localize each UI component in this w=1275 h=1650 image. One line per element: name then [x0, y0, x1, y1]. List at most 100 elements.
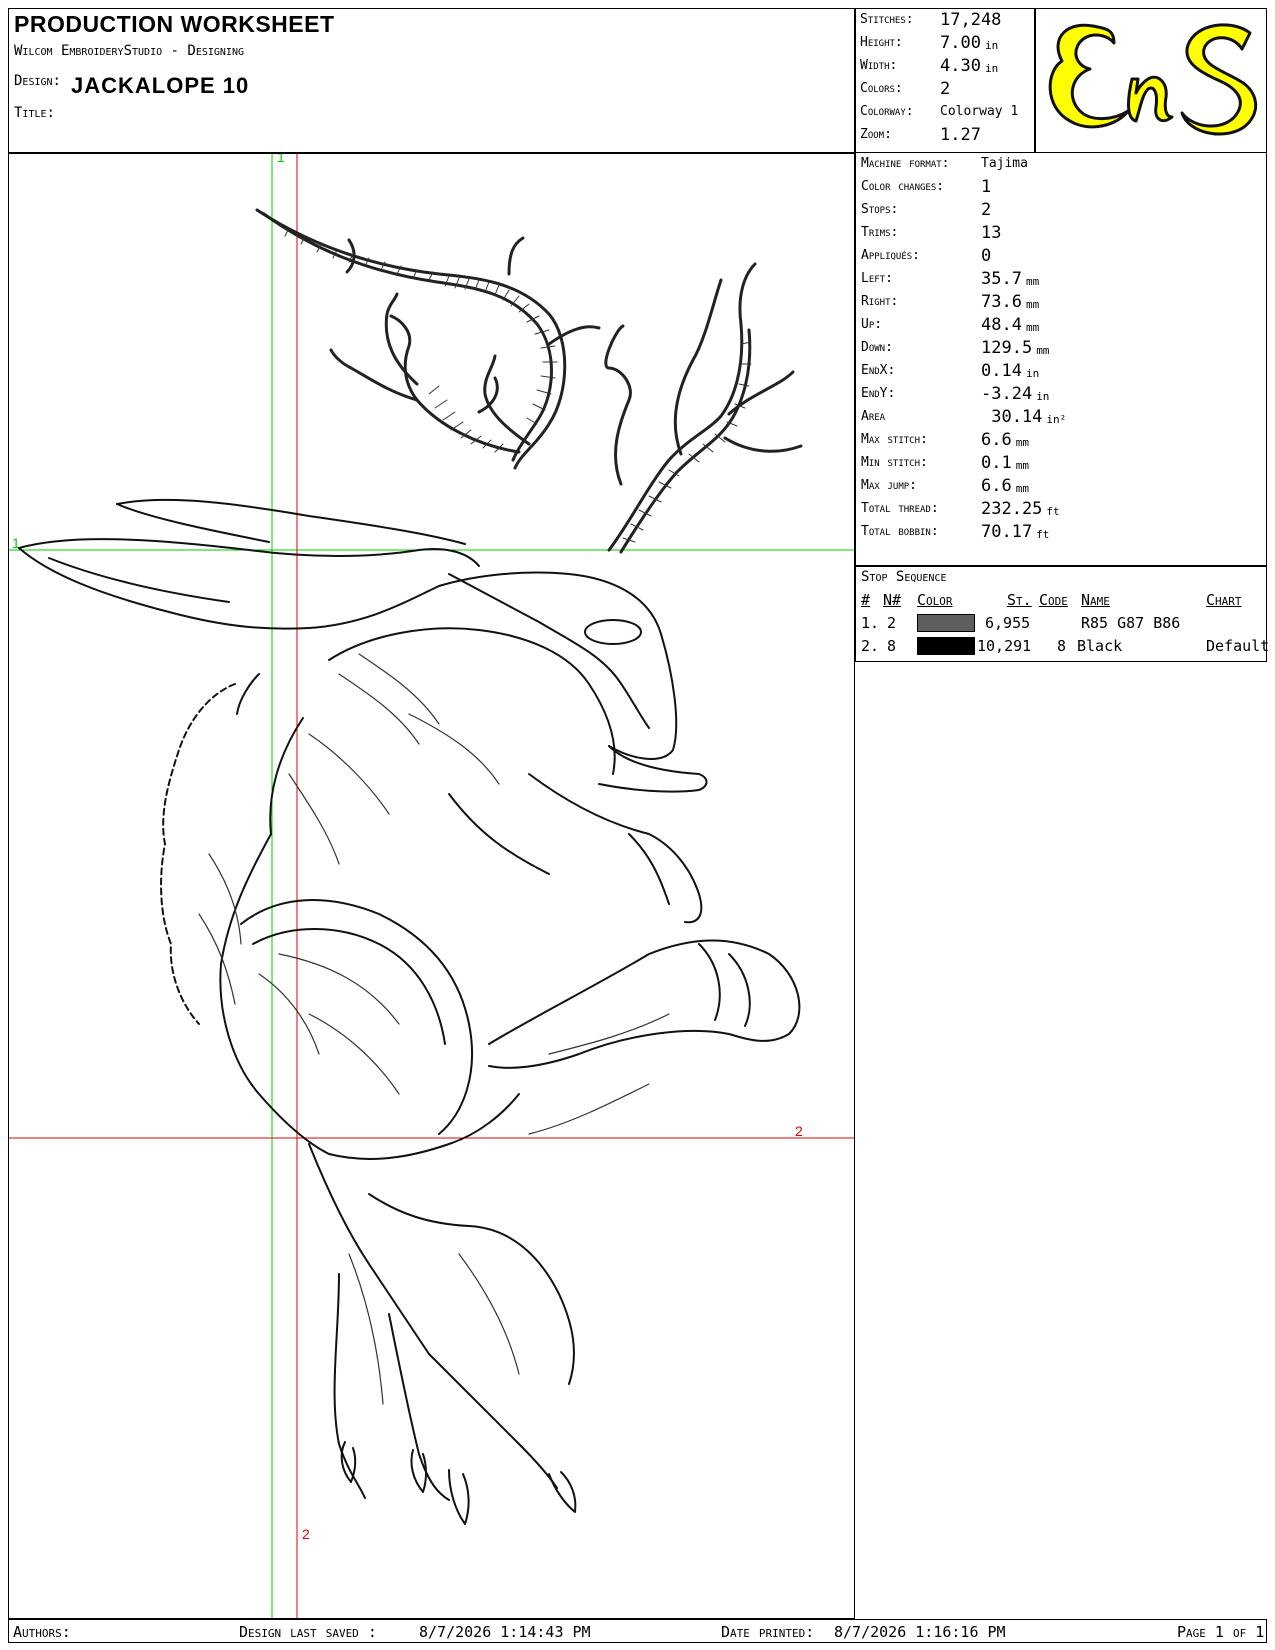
machine-value: 73.6 — [981, 292, 1022, 312]
machine-unit: ft — [1036, 528, 1050, 541]
worksheet-footer: Authors: Design last saved : 8/7/2026 1:… — [8, 1619, 1267, 1643]
header-chart: Chart — [1206, 591, 1242, 609]
stat-stitches: Stitches: 17,248 — [860, 10, 1002, 30]
stat-colors: Colors: 2 — [860, 79, 951, 99]
row-n: 2 — [887, 614, 897, 632]
row-name: R85 G87 B86 — [1081, 614, 1181, 632]
machine-label: Max jump: — [861, 478, 917, 493]
machine-unit: in — [1036, 390, 1050, 403]
stat-value: Colorway 1 — [940, 104, 1019, 119]
row-stitches: 10,291 — [977, 637, 1032, 655]
machine-stops: Stops: 2 — [861, 200, 992, 220]
row-n: 8 — [887, 637, 897, 655]
header-color: Color — [917, 591, 953, 609]
machine-label: Machine format: — [861, 156, 950, 171]
machine-value: 30.14 — [981, 407, 1043, 427]
guide-label-red-h: 2 — [795, 1123, 803, 1139]
stat-value: 2 — [940, 79, 951, 99]
machine-unit: in — [1025, 367, 1040, 380]
machine-left: Left: 35.7 mm — [861, 271, 1039, 289]
stat-colorway: Colorway: Colorway 1 — [860, 104, 1018, 120]
machine-value: 232.25 — [981, 499, 1043, 519]
stat-width: Width: 4.30 in — [860, 58, 999, 76]
stat-unit: in — [984, 62, 999, 75]
color-swatch — [917, 614, 975, 632]
machine-value: 0 — [981, 246, 992, 266]
row-name: Black — [1077, 637, 1123, 655]
machine-max-stitch: Max stitch: 6.6 mm — [861, 432, 1029, 450]
design-name: JACKALOPE 10 — [71, 73, 250, 98]
worksheet-header: PRODUCTION WORKSHEET Wilcom EmbroiderySt… — [8, 8, 855, 153]
machine-unit: mm — [1015, 436, 1029, 449]
design-preview: 1 1 2 2 — [8, 153, 855, 1619]
machine-label: Area — [861, 409, 886, 424]
machine-label: Max stitch: — [861, 432, 928, 447]
design-stats: Stitches: 17,248 Height: 7.00 in Width: … — [855, 8, 1035, 153]
stat-unit: in — [984, 39, 999, 52]
machine-label: Trims: — [861, 225, 899, 240]
machine-label: Total bobbin: — [861, 524, 939, 539]
title-label: Title: — [14, 105, 55, 121]
machine-label: Up: — [861, 317, 883, 332]
machine-value: 2 — [981, 200, 992, 220]
machine-label: EndX: — [861, 363, 896, 378]
ens-logo-icon — [1048, 23, 1258, 136]
row-num: 1. — [861, 614, 880, 632]
machine-right: Right: 73.6 mm — [861, 292, 1040, 312]
authors-label: Authors: — [13, 1623, 71, 1641]
stat-value: 7.00 — [940, 33, 981, 53]
machine-unit: in² — [1046, 413, 1067, 426]
machine-value: 13 — [981, 223, 1002, 243]
machine-value: 70.17 — [981, 522, 1033, 542]
machine-value: Tajima — [981, 156, 1028, 171]
machine-color-changes: Color changes: 1 — [861, 179, 991, 196]
stop-sequence-header: # N# Color St. Code Name Chart — [861, 591, 1261, 613]
stat-zoom: Zoom: 1.27 — [860, 125, 981, 145]
machine-value: -3.24 — [981, 384, 1033, 404]
stat-label: Colorway: — [860, 104, 914, 119]
stat-label: Height: — [860, 35, 903, 50]
machine-value: 0.14 — [981, 361, 1022, 381]
machine-endx: EndX: 0.14 in — [861, 361, 1040, 381]
machine-area: Area 30.14 in² — [861, 407, 1067, 427]
printed-value: 8/7/2026 1:16:16 PM — [834, 1623, 1006, 1641]
machine-value: 48.4 — [981, 315, 1022, 335]
stat-value: 17,248 — [940, 10, 1002, 30]
logo — [1035, 8, 1267, 153]
machine-unit: mm — [1025, 298, 1040, 311]
machine-total-thread: Total thread: 232.25 ft — [861, 499, 1060, 519]
machine-appliques: Appliqués: 0 — [861, 246, 992, 266]
stat-value: 1.27 — [940, 125, 981, 145]
machine-unit: mm — [1015, 459, 1029, 472]
antlers — [255, 208, 803, 554]
saved-label: Design last saved : — [239, 1623, 377, 1641]
header-code: Code — [1039, 591, 1068, 609]
stop-sequence: Stop Sequence # N# Color St. Code Name C… — [855, 566, 1269, 662]
header-name: Name — [1081, 591, 1110, 609]
row-chart: Default — [1206, 637, 1270, 655]
machine-label: Right: — [861, 294, 899, 309]
machine-label: EndY: — [861, 386, 896, 401]
machine-label: Left: — [861, 271, 893, 286]
jackalope-artwork: 1 1 2 2 — [9, 154, 854, 1618]
color-swatch — [917, 637, 975, 655]
machine-down: Down: 129.5 mm — [861, 338, 1049, 358]
machine-label: Stops: — [861, 202, 899, 217]
stop-row: 2. 8 10,291 8 Black Default — [861, 637, 1269, 659]
stat-label: Colors: — [860, 81, 903, 96]
worksheet-title: PRODUCTION WORKSHEET — [14, 11, 335, 37]
header-n: N# — [883, 591, 902, 609]
page-number: Page 1 of 1 — [1177, 1623, 1265, 1641]
stat-label: Stitches: — [860, 12, 914, 27]
machine-value: 129.5 — [981, 338, 1033, 358]
machine-unit: mm — [1015, 482, 1029, 495]
machine-value: 0.1 — [981, 453, 1012, 473]
machine-value: 6.6 — [981, 476, 1012, 496]
machine-trims: Trims: 13 — [861, 223, 1002, 243]
header-stitches: St. — [1007, 591, 1032, 609]
row-num: 2. — [861, 637, 880, 655]
row-stitches: 6,955 — [985, 614, 1031, 632]
stop-sequence-title: Stop Sequence — [861, 569, 947, 585]
machine-label: Down: — [861, 340, 893, 355]
stat-label: Zoom: — [860, 127, 892, 142]
